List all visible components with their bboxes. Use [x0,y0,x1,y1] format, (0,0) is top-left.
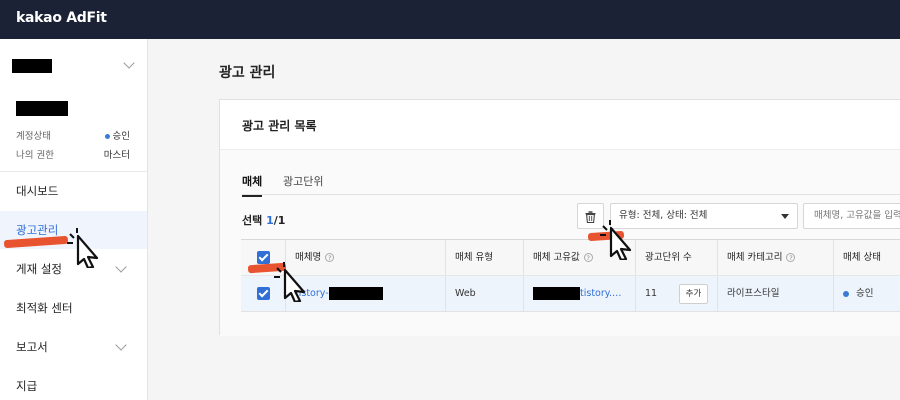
sidebar-item-label: 보고서 [16,340,48,354]
chevron-down-icon [115,339,127,351]
redacted-unique-value [533,287,580,300]
media-unique-value-cell[interactable]: tistory.… [523,276,635,311]
search-input[interactable] [814,210,900,221]
row-checkbox[interactable] [257,287,270,300]
sidebar-item-label: 지급 [16,379,38,393]
search-field[interactable] [803,203,900,229]
account-status-label: 계정상태 [16,131,51,142]
account-role-label: 나의 권한 [16,150,54,161]
media-status-cell: 승인 [833,276,900,311]
account-status: 계정상태 승인 [16,128,130,142]
tab-underline [242,194,900,195]
media-category-cell: 라이프스타일 [727,288,780,299]
column-header-media-name[interactable]: 매체명? [285,240,445,275]
column-header-media-category[interactable]: 매체 카테고리? [717,240,833,275]
top-bar: kakao AdFit [0,0,900,39]
tab-ad-units[interactable]: 광고단위 [283,173,323,195]
status-dot-icon [104,134,110,139]
column-header-media-status[interactable]: 매체 상태 [833,240,900,275]
table-header-row: 매체명? 매체 유형 매체 고유값? 광고단위 수 매체 카테고리? 매체 상태 [241,239,900,276]
sidebar-item-label: 최적화 센터 [16,301,73,315]
redacted-media-name [328,287,383,300]
chevron-down-icon [123,57,135,69]
sidebar-item-dashboard[interactable]: 대시보드 [0,172,147,210]
sidebar-item-label: 광고관리 [16,223,59,237]
trash-icon [585,210,596,223]
sidebar-item-payment[interactable]: 지급 [0,367,147,400]
help-icon[interactable]: ? [325,253,335,262]
pointer-cursor-icon [274,262,306,302]
pointer-cursor-icon [67,228,99,268]
sidebar-item-optimization-center[interactable]: 최적화 센터 [0,289,147,327]
select-all-checkbox[interactable] [257,251,270,264]
help-icon[interactable]: ? [583,253,593,262]
account-status-value: 승인 [112,131,130,142]
account-selector[interactable] [12,57,137,75]
selection-count: 선택 1/1 [242,214,286,227]
table-row[interactable]: tistory- Web tistory.… 11 추가 라이프스타일 승인 [241,276,900,312]
chevron-down-icon [115,261,127,273]
sidebar-item-label: 게재 설정 [16,262,62,276]
sidebar: 계정상태 승인 나의 권한 마스터 대시보드 광고관리 게재 설정 최적화 센터… [0,39,148,400]
page-title: 광고 관리 [219,65,276,81]
media-type-cell: Web [455,288,476,299]
kakao-adfit-logo[interactable]: kakao AdFit [16,10,107,26]
account-role-value: 마스터 [103,150,130,161]
add-ad-unit-button[interactable]: 추가 [679,284,708,304]
ad-unit-count-cell: 11 추가 [635,276,717,311]
filter-select[interactable]: 유형: 전체, 상태: 전체 [610,203,798,229]
redacted-account-id [16,101,68,116]
caret-down-icon [781,214,789,219]
card-body: 매체 광고단위 선택 1/1 유형: 전체, 상태: 전체 매체명, 고유값을 … [220,150,900,336]
sidebar-item-label: 대시보드 [16,184,59,198]
status-dot-icon [843,290,849,297]
redacted-account-name [12,59,52,73]
pointer-cursor-icon [600,220,632,260]
card-header: 광고 관리 목록 [220,100,900,150]
card-title: 광고 관리 목록 [242,119,317,133]
account-role: 나의 권한 마스터 [16,147,130,161]
sidebar-item-reports[interactable]: 보고서 [0,328,147,366]
media-name-cell[interactable]: tistory- [285,276,445,311]
ad-management-card: 광고 관리 목록 매체 광고단위 선택 1/1 유형: 전체, 상태: 전체 매… [219,99,900,336]
column-header-media-type[interactable]: 매체 유형 [445,240,523,275]
help-icon[interactable]: ? [786,253,796,262]
column-header-ad-unit-count[interactable]: 광고단위 수 [635,240,717,275]
